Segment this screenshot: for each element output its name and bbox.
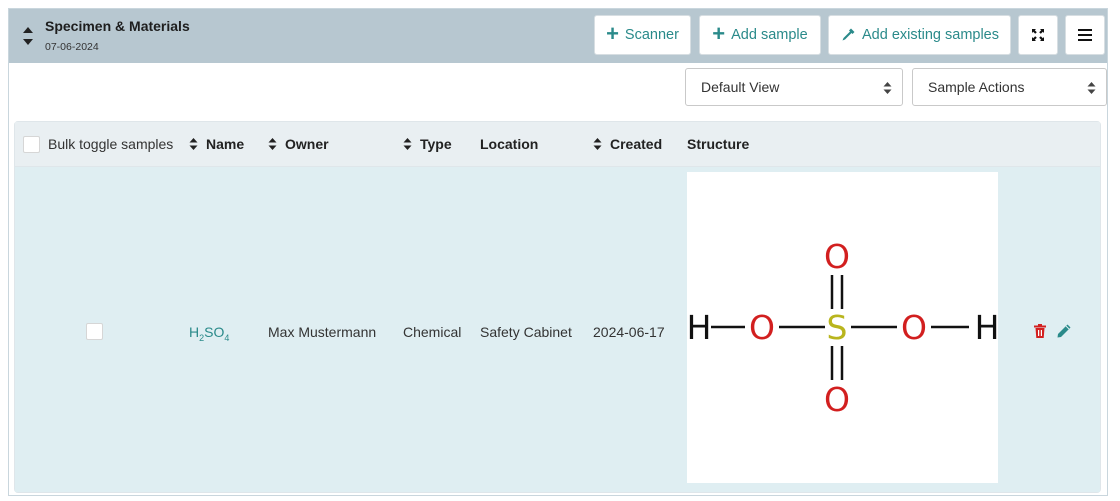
- bulk-toggle-label: Bulk toggle samples: [48, 136, 174, 152]
- select-caret-icon: [1087, 82, 1096, 94]
- specimen-materials-panel: Specimen & Materials 07-06-2024 + Scanne…: [8, 8, 1108, 496]
- pipette-icon: [842, 28, 855, 41]
- created-cell: 2024-06-17: [593, 324, 665, 340]
- panel-title: Specimen & Materials: [45, 18, 190, 34]
- atom-o-bottom: O: [824, 380, 850, 419]
- add-sample-button-label: Add sample: [731, 27, 808, 43]
- menu-button[interactable]: [1065, 15, 1105, 55]
- view-select-value: Default View: [701, 79, 780, 95]
- samples-table: Bulk toggle samples Name Owner Type Loca…: [14, 121, 1101, 493]
- atom-o-left: O: [749, 308, 775, 347]
- owner-header-label: Owner: [285, 136, 329, 152]
- row-select-checkbox[interactable]: [86, 323, 103, 340]
- sort-icon: [268, 138, 277, 150]
- location-cell: Safety Cabinet: [480, 324, 572, 340]
- atom-o-top: O: [824, 237, 850, 276]
- owner-cell: Max Mustermann: [268, 324, 377, 340]
- column-header-created[interactable]: Created: [593, 136, 662, 152]
- sample-name-link[interactable]: H2SO4: [189, 324, 229, 343]
- select-caret-icon: [883, 82, 892, 94]
- name-header-label: Name: [206, 136, 245, 152]
- pencil-icon[interactable]: [1056, 323, 1072, 339]
- name-subscript: 4: [224, 332, 230, 343]
- add-existing-samples-label: Add existing samples: [861, 27, 999, 43]
- add-sample-button[interactable]: + Add sample: [699, 15, 821, 55]
- view-select[interactable]: Default View: [685, 68, 903, 106]
- atom-s: S: [827, 308, 848, 347]
- sort-icon: [593, 138, 602, 150]
- collapse-toggle-icon[interactable]: [22, 25, 34, 47]
- plus-icon: +: [606, 21, 619, 46]
- panel-header: Specimen & Materials 07-06-2024 + Scanne…: [9, 9, 1107, 63]
- column-header-bulk: Bulk toggle samples: [48, 136, 173, 152]
- scanner-button[interactable]: + Scanner: [594, 15, 691, 55]
- sort-icon: [189, 138, 198, 150]
- trash-icon[interactable]: [1032, 323, 1048, 339]
- type-cell: Chemical: [403, 324, 462, 340]
- hamburger-icon: [1078, 29, 1092, 41]
- name-part: SO: [204, 324, 225, 340]
- atom-h-right: H: [975, 308, 998, 347]
- type-header-label: Type: [420, 136, 452, 152]
- column-header-name[interactable]: Name: [189, 136, 244, 152]
- expand-icon: [1032, 29, 1044, 41]
- atom-o-right: O: [901, 308, 927, 347]
- column-header-type[interactable]: Type: [403, 136, 452, 152]
- created-header-label: Created: [610, 136, 663, 152]
- name-part: H: [189, 324, 200, 340]
- expand-button[interactable]: [1018, 15, 1058, 55]
- add-existing-samples-button[interactable]: Add existing samples: [828, 15, 1011, 55]
- column-header-owner[interactable]: Owner: [268, 136, 329, 152]
- table-header: Bulk toggle samples Name Owner Type Loca…: [15, 122, 1100, 167]
- sample-actions-select[interactable]: Sample Actions: [912, 68, 1107, 106]
- sample-actions-select-value: Sample Actions: [928, 79, 1025, 95]
- panel-date: 07-06-2024: [45, 41, 99, 53]
- column-header-structure: Structure: [687, 136, 749, 152]
- bulk-toggle-checkbox[interactable]: [23, 136, 40, 153]
- atom-h-left: H: [687, 308, 711, 347]
- sort-icon: [403, 138, 412, 150]
- column-header-location: Location: [480, 136, 538, 152]
- location-header-label: Location: [480, 136, 539, 152]
- molecule-structure: H O S O H O O: [687, 237, 1000, 419]
- table-row[interactable]: H2SO4 Max Mustermann Chemical Safety Cab…: [15, 167, 1100, 492]
- plus-icon: +: [712, 21, 726, 46]
- scanner-button-label: Scanner: [624, 27, 679, 43]
- structure-image: H O S O H O O: [687, 172, 1000, 483]
- structure-header-label: Structure: [687, 136, 750, 152]
